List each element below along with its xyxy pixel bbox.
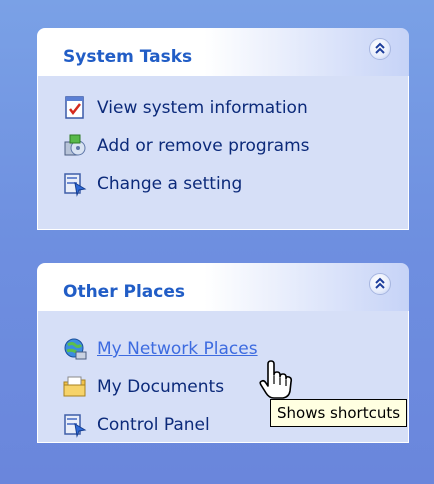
my-network-places-link[interactable]: My Network Places — [62, 335, 258, 363]
system-tasks-body: View system information Add or remove pr… — [37, 76, 409, 230]
my-documents-link[interactable]: My Documents — [62, 373, 224, 401]
change-a-setting-link[interactable]: Change a setting — [62, 170, 242, 198]
add-remove-programs-label: Add or remove programs — [97, 136, 310, 156]
my-network-places-label: My Network Places — [97, 339, 258, 359]
system-tasks-header[interactable]: System Tasks — [37, 28, 409, 76]
my-documents-label: My Documents — [97, 377, 225, 397]
control-panel-icon — [64, 173, 87, 197]
collapse-system-tasks-button[interactable] — [369, 38, 391, 60]
tooltip: Shows shortcuts — [270, 399, 408, 427]
chevron-double-up-icon — [375, 277, 385, 289]
control-panel-icon — [64, 414, 87, 438]
collapse-other-places-button[interactable] — [369, 273, 391, 295]
chevron-double-up-icon — [375, 42, 385, 54]
hand-cursor-icon — [259, 360, 293, 399]
system-information-icon — [65, 96, 84, 119]
system-tasks-title: System Tasks — [63, 47, 193, 67]
system-tasks-panel: System Tasks View system information Add… — [37, 28, 409, 230]
other-places-header[interactable]: Other Places — [37, 263, 409, 311]
view-system-information-label: View system information — [97, 98, 308, 118]
add-remove-programs-link[interactable]: Add or remove programs — [62, 132, 310, 160]
add-remove-programs-icon — [64, 134, 86, 156]
control-panel-label: Control Panel — [97, 415, 210, 435]
network-places-icon — [64, 338, 87, 360]
control-panel-link[interactable]: Control Panel — [62, 411, 210, 439]
change-a-setting-label: Change a setting — [97, 174, 243, 194]
my-documents-icon — [63, 376, 86, 397]
view-system-information-link[interactable]: View system information — [62, 94, 308, 122]
other-places-title: Other Places — [63, 282, 185, 302]
